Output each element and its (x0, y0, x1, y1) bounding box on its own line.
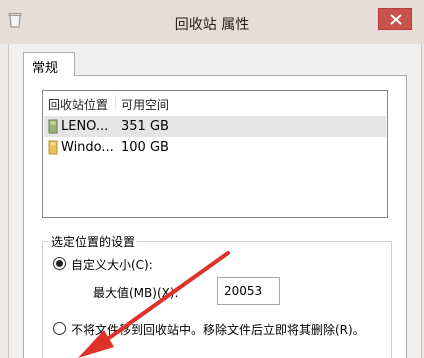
group-title: 选定位置的设置 (49, 233, 138, 250)
free-space-value: 351 GB (121, 119, 169, 134)
custom-size-radio[interactable] (53, 257, 66, 270)
tab-panel-general: 回收站位置 可用空间 LENO... 351 GB Windo... 100 G… (23, 75, 407, 358)
column-header-location[interactable]: 回收站位置 (48, 96, 108, 113)
title-bar[interactable]: 回收站 属性 (0, 0, 424, 44)
list-header: 回收站位置 可用空间 (43, 91, 387, 113)
delete-immediately-radio[interactable] (53, 322, 66, 335)
drive-icon (48, 119, 58, 134)
location-list[interactable]: 回收站位置 可用空间 LENO... 351 GB Windo... 100 G… (42, 90, 388, 218)
window-title: 回收站 属性 (174, 17, 250, 33)
close-icon (390, 14, 402, 25)
column-header-free-space[interactable]: 可用空间 (121, 96, 169, 113)
properties-window: 回收站 属性 常规 回收站位置 可用空间 LENO... 351 GB Wind… (0, 0, 424, 358)
dialog-client-area: 常规 回收站位置 可用空间 LENO... 351 GB Windo... 10… (8, 44, 422, 358)
max-size-input[interactable]: 20053 (217, 277, 280, 305)
column-divider[interactable] (115, 94, 116, 110)
close-button[interactable] (378, 8, 412, 30)
radio-selected-dot (56, 260, 63, 267)
list-item[interactable]: Windo... 100 GB (44, 137, 386, 158)
tab-general[interactable]: 常规 (23, 52, 75, 76)
location-name: LENO... (61, 119, 109, 134)
location-name: Windo... (61, 140, 114, 155)
folder-drive-icon (48, 140, 58, 155)
delete-immediately-label[interactable]: 不将文件移到回收站中。移除文件后立即将其删除(R)。 (71, 321, 365, 338)
free-space-value: 100 GB (121, 140, 169, 155)
custom-size-label[interactable]: 自定义大小(C): (71, 256, 153, 273)
location-settings-group: 选定位置的设置 自定义大小(C): 最大值(MB)(X): 20053 不将文件… (42, 233, 392, 358)
list-item[interactable]: LENO... 351 GB (44, 116, 386, 137)
max-size-label: 最大值(MB)(X): (93, 286, 179, 300)
